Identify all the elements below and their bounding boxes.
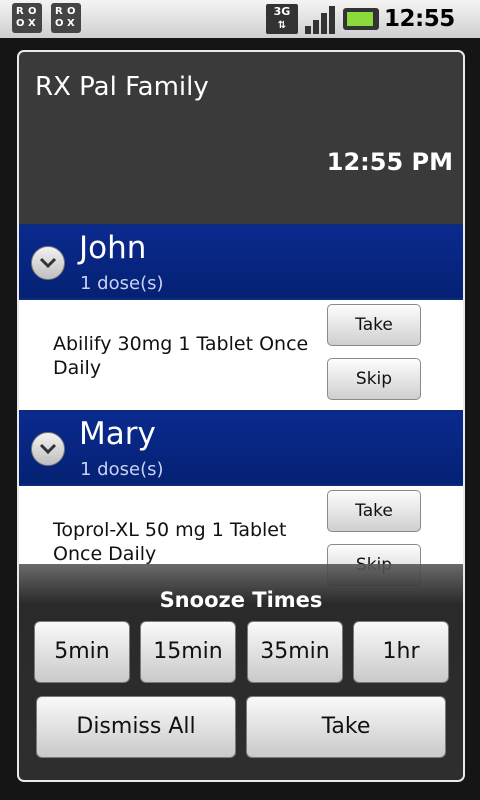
- rx-notification-icon[interactable]: R O O X: [51, 3, 81, 33]
- snooze-title: Snooze Times: [159, 588, 323, 612]
- snooze-35min-button[interactable]: 35min: [247, 621, 343, 683]
- take-button[interactable]: Take: [327, 304, 421, 346]
- medication-text: Abilify 30mg 1 Tablet Once Daily: [53, 333, 309, 379]
- chevron-down-icon[interactable]: [31, 432, 65, 466]
- skip-button[interactable]: Skip: [327, 358, 421, 400]
- status-bar: R O O X R O O X 3G⇅ 12:55 PM: [0, 0, 480, 56]
- snooze-panel: Snooze Times 5min 15min 35min 1hr Dismis…: [19, 564, 463, 780]
- dismiss-all-button[interactable]: Dismiss All: [36, 696, 236, 758]
- medication-text: Toprol-XL 50 mg 1 Tablet Once Daily: [53, 519, 287, 565]
- snooze-15min-button[interactable]: 15min: [140, 621, 236, 683]
- snooze-5min-button[interactable]: 5min: [34, 621, 130, 683]
- group-dose-count: 1 dose(s): [80, 459, 164, 480]
- group-name: John: [79, 230, 147, 266]
- dialog-clock: 12:55 PM: [326, 148, 453, 176]
- take-all-button[interactable]: Take: [246, 696, 446, 758]
- snooze-1hr-button[interactable]: 1hr: [353, 621, 449, 683]
- group-header-mary[interactable]: Mary 1 dose(s): [19, 410, 463, 486]
- battery-charging-icon: [343, 8, 379, 30]
- chevron-down-icon[interactable]: [31, 246, 65, 280]
- group-name: Mary: [79, 416, 156, 452]
- network-3g-icon: 3G ⇅: [266, 4, 298, 34]
- reminder-dialog: RX Pal Family 12:55 PM John 1 dose(s) Ab…: [17, 50, 465, 782]
- group-header-john[interactable]: John 1 dose(s): [19, 224, 463, 300]
- rx-notification-icon[interactable]: R O O X: [12, 3, 42, 33]
- take-button[interactable]: Take: [327, 490, 421, 532]
- dialog-title: RX Pal Family: [35, 72, 209, 102]
- signal-strength-icon: [303, 4, 335, 34]
- group-dose-count: 1 dose(s): [80, 273, 164, 294]
